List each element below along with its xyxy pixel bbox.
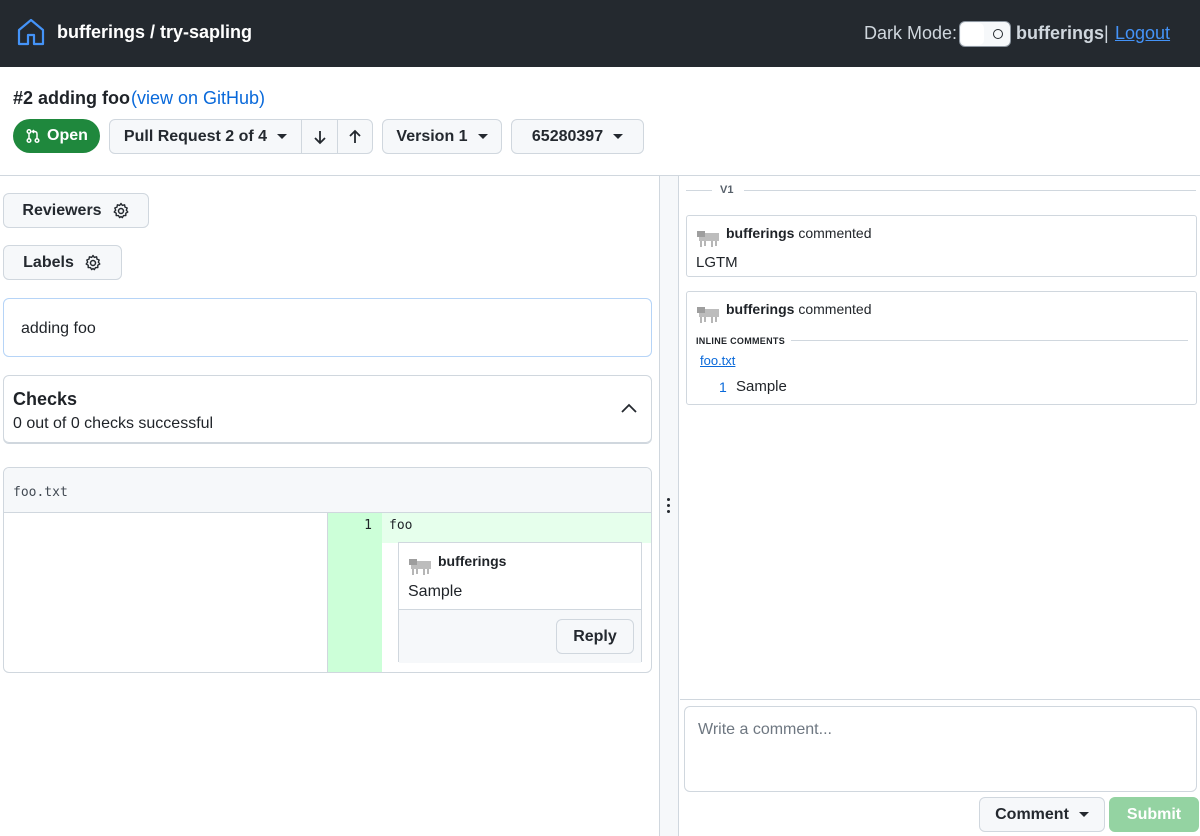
inline-comments-divider: [791, 340, 1188, 341]
diff-line-number: 1: [364, 518, 372, 533]
timeline-comment: bufferings commented INLINE COMMENTS foo…: [686, 291, 1197, 405]
reply-button[interactable]: Reply: [556, 619, 634, 654]
comment-author: bufferings: [726, 301, 795, 317]
stack-selector-dropdown[interactable]: Pull Request 2 of 4: [109, 119, 302, 154]
commit-selector-dropdown[interactable]: 65280397: [511, 119, 644, 154]
separator: |: [1104, 23, 1109, 43]
comment-body: LGTM: [696, 254, 738, 271]
logout-link[interactable]: Logout: [1115, 23, 1170, 44]
dark-mode-label: Dark Mode:: [864, 23, 958, 43]
view-on-github-link[interactable]: (view on GitHub): [131, 88, 265, 109]
diff-header: foo.txt: [4, 468, 651, 513]
version-selector-dropdown[interactable]: Version 1: [382, 119, 502, 154]
top-bar: bufferings / try-sapling Dark Mode: buff…: [0, 0, 1200, 67]
comment-action: commented: [798, 225, 872, 241]
inline-comment-text: Sample: [736, 378, 787, 395]
drag-handle-icon[interactable]: [667, 498, 671, 516]
chevron-down-icon: [277, 134, 288, 139]
inline-comment-line-number[interactable]: 1: [719, 379, 727, 395]
composer-divider: [680, 699, 1200, 700]
inline-comment-thread: bufferings Sample Reply: [398, 542, 642, 663]
diff-line-code: foo: [389, 518, 413, 533]
comment-input[interactable]: [684, 706, 1197, 792]
pane-splitter[interactable]: [659, 176, 679, 836]
pull-request-icon: [26, 128, 40, 144]
chevron-down-icon: [613, 134, 624, 139]
comment-author: bufferings: [438, 553, 507, 569]
username: bufferings: [1016, 23, 1104, 43]
file-diff: foo.txt 1 foo bufferings Sample Reply: [3, 467, 652, 673]
arrow-down-icon: [313, 130, 326, 144]
dark-mode-toggle[interactable]: [959, 21, 1011, 47]
gear-icon: [113, 202, 129, 218]
diff-file-name: foo.txt: [13, 485, 68, 500]
pr-status-badge: Open: [13, 119, 100, 153]
comment-author: bufferings: [726, 225, 795, 241]
toggle-knob: [961, 23, 984, 45]
labels-button[interactable]: Labels: [3, 245, 122, 280]
previous-pr-button[interactable]: [337, 119, 373, 154]
toggle-off-icon: [993, 29, 1003, 39]
avatar: [697, 307, 719, 323]
pr-status-label: Open: [47, 127, 88, 144]
home-icon[interactable]: [15, 16, 47, 48]
commit-selector-label: 65280397: [531, 127, 604, 145]
comment-header: bufferings commented: [726, 225, 872, 241]
version-label: V1: [720, 184, 734, 196]
comment-type-label: Comment: [995, 805, 1069, 823]
avatar: [409, 559, 431, 575]
diff-added-line: foo: [382, 513, 651, 543]
gear-icon: [85, 254, 101, 270]
inline-comments-label: INLINE COMMENTS: [696, 336, 785, 346]
header-divider: [0, 175, 1200, 176]
avatar: [697, 231, 719, 247]
chevron-down-icon: [477, 134, 488, 139]
reviewers-label: Reviewers: [22, 201, 102, 219]
comment-type-dropdown[interactable]: Comment: [979, 797, 1105, 832]
diff-left-side: [4, 513, 328, 672]
checks-summary: 0 out of 0 checks successful: [13, 415, 214, 432]
repo-title[interactable]: bufferings / try-sapling: [57, 22, 252, 43]
version-selector-label: Version 1: [396, 127, 468, 145]
version-divider: [744, 190, 1196, 191]
labels-label: Labels: [23, 253, 74, 271]
submit-button[interactable]: Submit: [1109, 797, 1199, 832]
checks-title: Checks: [13, 389, 78, 409]
reviewers-button[interactable]: Reviewers: [3, 193, 149, 228]
chevron-down-icon: [1078, 812, 1089, 817]
inline-comment-file-link[interactable]: foo.txt: [700, 353, 735, 368]
comment-body: Sample: [408, 583, 463, 600]
pr-title: #2 adding foo: [13, 88, 130, 108]
version-divider: [686, 190, 712, 191]
comment-header: bufferings commented: [726, 301, 872, 317]
chevron-up-icon[interactable]: [620, 402, 638, 414]
timeline-comment: bufferings commented LGTM: [686, 215, 1197, 277]
comment-footer: Reply: [399, 609, 641, 663]
checks-panel: Checks 0 out of 0 checks successful: [3, 375, 652, 443]
pr-description-text: adding foo: [21, 320, 96, 337]
stack-selector-label: Pull Request 2 of 4: [123, 127, 268, 145]
diff-line-gutter[interactable]: 1: [328, 513, 382, 672]
pr-description[interactable]: adding foo: [3, 298, 652, 357]
comment-action: commented: [798, 301, 872, 317]
arrow-up-icon: [349, 129, 361, 143]
next-pr-button[interactable]: [301, 119, 338, 154]
